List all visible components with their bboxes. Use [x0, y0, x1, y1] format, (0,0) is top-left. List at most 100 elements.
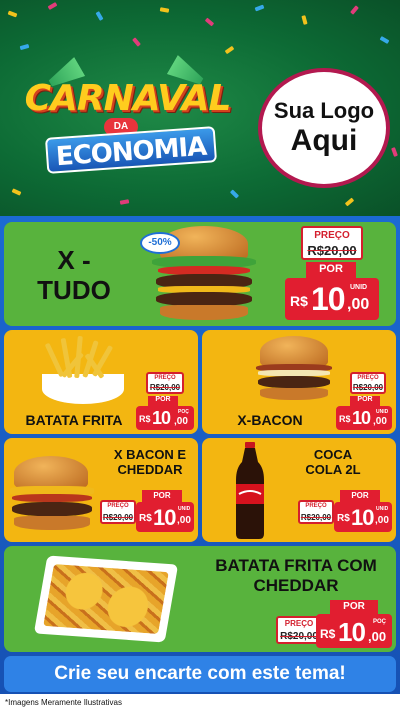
old-price-tag: PREÇO R$20,00	[301, 226, 363, 260]
x-bacon-burger-image	[254, 336, 334, 402]
header-banner: CARNAVAL DA ECONOMIA Sua Logo Aqui	[0, 0, 400, 216]
product-name: X - TUDO	[37, 245, 111, 305]
price-cents: ,00	[368, 629, 387, 644]
new-price-tag: R$ 10 ,00 POÇ	[136, 406, 194, 430]
confetti	[391, 147, 398, 157]
old-price-tag: PREÇO R$20,00	[350, 372, 386, 394]
x-bacon-cheddar-burger-image	[8, 456, 96, 534]
confetti	[224, 45, 235, 55]
title-economia: ECONOMIA	[44, 126, 218, 174]
currency-symbol: R$	[339, 414, 351, 424]
old-price-tag: PREÇO R$20,00	[146, 372, 184, 394]
confetti	[119, 199, 130, 205]
por-label: POR	[343, 601, 365, 612]
unit-label: UNID	[178, 506, 191, 512]
por-label-box: POR	[330, 600, 378, 614]
old-price: R$20,00	[307, 243, 357, 258]
new-price-tag: R$ 10 ,00 UNID	[336, 406, 392, 430]
old-price: R$20,00	[300, 513, 332, 522]
price-integer: 10	[351, 505, 375, 530]
old-price: R$20,00	[352, 383, 384, 392]
price-integer: 10	[338, 617, 366, 647]
preco-label: PREÇO	[284, 619, 314, 628]
confetti	[229, 189, 240, 199]
unit-label: POÇ	[373, 619, 387, 625]
por-label-box: POR	[142, 490, 182, 502]
confetti	[379, 36, 390, 44]
old-price: R$20,00	[280, 631, 318, 642]
fries-image	[42, 374, 124, 404]
unit-label: UNID	[376, 409, 389, 415]
preco-label: PREÇO	[107, 503, 129, 509]
por-label-box: POR	[350, 396, 380, 406]
price-integer: 10	[152, 408, 171, 428]
price-integer: 10	[311, 281, 346, 317]
confetti	[95, 11, 104, 21]
price-cents: ,00	[375, 515, 389, 526]
unit-label: UNID	[376, 506, 389, 512]
preco-label: PREÇO	[305, 503, 327, 509]
confetti	[254, 4, 265, 12]
old-price-tag: PREÇO R$20,00	[298, 500, 334, 524]
product-card-coca-cola: COCA COLA 2L PREÇO R$20,00 POR R$ 10 ,00…	[202, 438, 396, 542]
confetti	[19, 43, 30, 51]
product-card-x-bacon-cheddar: X BACON E CHEDDAR PREÇO R$20,00 POR R$ 1…	[4, 438, 198, 542]
price-cents: ,00	[177, 515, 191, 526]
preco-label: PREÇO	[154, 375, 176, 381]
product-name: BATATA FRITA COM CHEDDAR	[215, 556, 377, 595]
confetti	[350, 5, 359, 15]
discount-badge: -50%	[140, 232, 180, 254]
unit-label: UNID	[350, 284, 368, 291]
product-card-batata-frita: BATATA FRITA PREÇO R$20,00 POR R$ 10 ,00…	[4, 330, 198, 434]
price-cents: ,00	[174, 416, 188, 427]
coca-cola-bottle-image	[236, 442, 264, 539]
old-price-tag: PREÇO R$20,00	[100, 500, 136, 524]
confetti	[11, 188, 22, 196]
product-card-x-bacon: X-BACON PREÇO R$20,00 POR R$ 10 ,00 UNID	[202, 330, 396, 434]
old-price: R$20,00	[102, 513, 134, 522]
new-price-tag: R$ 10 ,00 UNID	[334, 502, 392, 532]
product-name: X BACON E CHEDDAR	[113, 447, 187, 477]
new-price-tag: R$ 10 ,00 UNID	[285, 278, 379, 320]
preco-label: PREÇO	[314, 230, 350, 241]
por-label: POR	[357, 396, 373, 403]
cta-banner[interactable]: Crie seu encarte com este tema!	[4, 656, 396, 692]
product-name: BATATA FRITA	[25, 412, 123, 428]
event-title-logo: CARNAVAL DA ECONOMIA	[10, 60, 245, 180]
currency-symbol: R$	[337, 513, 350, 524]
confetti	[132, 37, 141, 47]
por-label-box: POR	[340, 490, 380, 502]
new-price-tag: R$ 10 ,00 POÇ	[316, 614, 392, 648]
confetti	[7, 10, 18, 18]
currency-symbol: R$	[139, 414, 151, 424]
por-label-box: POR	[148, 396, 178, 406]
unit-label: POÇ	[178, 409, 189, 415]
currency-symbol: R$	[139, 513, 152, 524]
por-label: POR	[351, 491, 369, 500]
disclaimer-text: *Imagens Meramente Ilustrativas	[0, 694, 400, 711]
old-price: R$20,00	[149, 383, 181, 392]
logo-text-line2: Aqui	[290, 124, 358, 157]
price-cents: ,00	[373, 416, 387, 427]
por-label: POR	[155, 396, 171, 403]
price-cents: ,00	[347, 296, 370, 313]
confetti	[344, 197, 355, 207]
confetti	[301, 15, 308, 25]
confetti	[47, 2, 58, 10]
currency-symbol: R$	[320, 627, 336, 641]
product-name: X-BACON	[237, 412, 303, 428]
logo-text-line1: Sua Logo	[273, 98, 375, 123]
product-card-x-tudo: X - TUDO -50% PREÇO R$20,00 POR R$ 10 ,0…	[4, 222, 396, 326]
title-carnaval: CARNAVAL	[24, 78, 232, 119]
por-label: POR	[153, 491, 171, 500]
confetti	[204, 17, 215, 27]
por-label: POR	[319, 263, 343, 275]
price-integer: 10	[352, 408, 371, 428]
por-label-box: POR	[306, 262, 356, 278]
store-logo-placeholder: Sua Logo Aqui	[258, 68, 390, 188]
product-card-batata-cheddar: BATATA FRITA COM CHEDDAR PREÇO R$20,00 P…	[4, 546, 396, 652]
new-price-tag: R$ 10 ,00 UNID	[136, 502, 194, 532]
price-integer: 10	[153, 505, 177, 530]
preco-label: PREÇO	[357, 375, 379, 381]
product-name: COCA COLA 2L	[305, 447, 361, 477]
